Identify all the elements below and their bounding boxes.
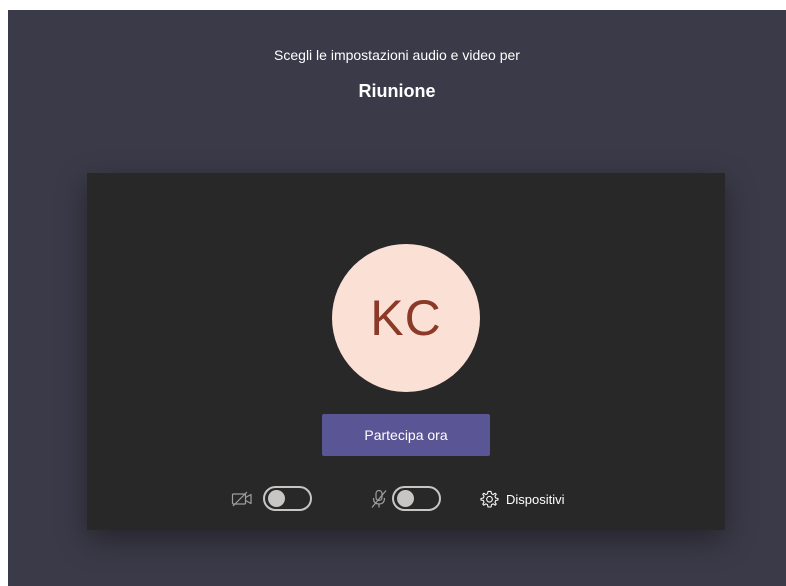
meeting-title: Riunione bbox=[358, 81, 436, 101]
gear-icon bbox=[480, 490, 499, 508]
join-now-button[interactable]: Partecipa ora bbox=[322, 414, 490, 456]
camera-off-icon bbox=[231, 491, 252, 507]
prejoin-screen: Scegli le impostazioni audio e video per… bbox=[8, 10, 786, 586]
microphone-toggle[interactable] bbox=[392, 486, 441, 511]
microphone-toggle-knob bbox=[397, 490, 414, 507]
prejoin-subtitle: Scegli le impostazioni audio e video per bbox=[274, 47, 520, 63]
avatar-initials: KC bbox=[370, 290, 442, 346]
devices-label: Dispositivi bbox=[506, 491, 565, 507]
video-preview-panel: KC Partecipa ora Dispositivi bbox=[87, 173, 725, 530]
camera-toggle-knob bbox=[268, 490, 285, 507]
devices-button[interactable]: Dispositivi bbox=[480, 484, 565, 514]
join-now-label: Partecipa ora bbox=[364, 427, 448, 443]
media-controls: Dispositivi bbox=[87, 484, 725, 514]
mic-off-icon bbox=[371, 489, 387, 508]
avatar: KC bbox=[332, 244, 480, 392]
camera-toggle[interactable] bbox=[263, 486, 312, 511]
